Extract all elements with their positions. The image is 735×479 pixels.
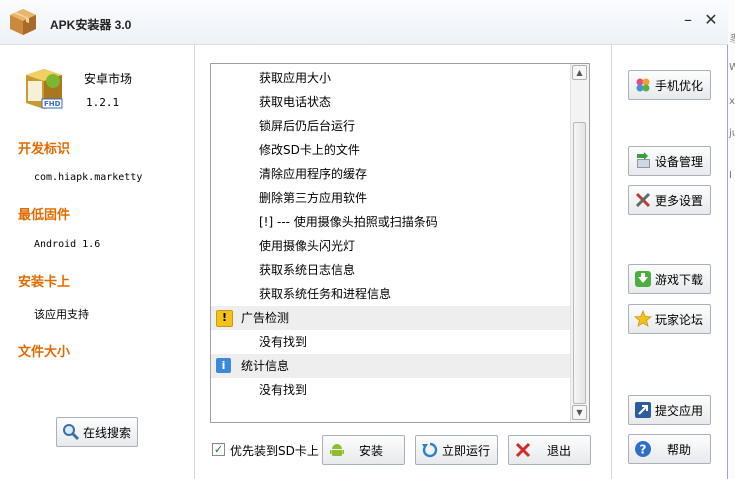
list-item[interactable]: [!] --- 使用摄像头拍照或扫描条码 — [211, 210, 571, 234]
device-manage-label: 设备管理 — [655, 154, 704, 169]
list-item-text: 使用摄像头闪光灯 — [259, 239, 356, 253]
window-title: APK安装器 3.0 — [50, 18, 132, 32]
divider — [194, 45, 195, 479]
list-item[interactable]: 获取电话状态 — [211, 90, 571, 114]
list-item[interactable]: 获取系统日志信息 — [211, 258, 571, 282]
permissions-list[interactable]: 获取应用大小 获取电话状态锁屏后仍后台运行 修改SD卡上的文件 清除应用程序的缓存 删除… — [210, 63, 590, 423]
list-item-text: [!] --- 使用摄像头拍照或扫描条码 — [259, 215, 438, 229]
more-settings-button[interactable]: 更多设置 — [628, 185, 711, 215]
install-button[interactable]: 安装 — [322, 435, 405, 465]
help-button[interactable]: ? 帮助 — [628, 434, 711, 464]
divider — [611, 45, 612, 479]
info-icon: i — [216, 358, 231, 373]
firmware-value: Android 1.6 — [34, 239, 101, 250]
close-icon: ✕ — [704, 10, 718, 29]
minimize-icon: – — [684, 10, 692, 29]
app-version: 1.2.1 — [86, 96, 120, 109]
sd-first-checkbox[interactable]: ✓ — [212, 443, 225, 456]
package-box-icon — [10, 9, 36, 35]
help-icon: ? — [635, 441, 651, 457]
search-icon — [63, 424, 80, 441]
warning-icon: ! — [216, 310, 233, 327]
list-item-text: 没有找到 — [259, 383, 308, 397]
list-item[interactable]: 没有找到 — [211, 378, 571, 402]
developer-title: 开发标识 — [18, 142, 71, 157]
tools-icon — [635, 192, 651, 208]
player-forum-label: 玩家论坛 — [655, 312, 704, 327]
list-group-label: 广告检测 — [241, 311, 290, 325]
background-fragment: I — [729, 170, 732, 181]
help-label: 帮助 — [667, 442, 692, 457]
submit-arrow-icon — [635, 402, 651, 418]
list-item-text: 获取应用大小 — [259, 71, 332, 85]
optimize-icon — [636, 78, 650, 92]
list-item-text: 获取系统任务和进程信息 — [259, 287, 392, 301]
list-item[interactable]: 清除应用程序的缓存 — [211, 162, 571, 186]
run-now-button[interactable]: 立即运行 — [415, 435, 498, 465]
list-item-text: 没有找到 — [259, 335, 308, 349]
scroll-down-icon[interactable]: ▼ — [572, 405, 587, 420]
file-size-title: 文件大小 — [18, 345, 71, 360]
run-now-label: 立即运行 — [442, 443, 491, 458]
firmware-title: 最低固件 — [18, 208, 71, 223]
list-scrollbar[interactable]: ▲ ▼ — [570, 64, 589, 422]
list-item-text: 修改SD卡上的文件 — [259, 143, 360, 157]
list-item-text: 获取电话状态 — [259, 95, 332, 109]
submit-app-label: 提交应用 — [655, 403, 704, 418]
game-download-label: 游戏下载 — [655, 272, 704, 287]
submit-app-button[interactable]: 提交应用 — [628, 395, 711, 425]
refresh-run-icon — [422, 442, 438, 458]
background-window-strip: 豸 W x ju I — [728, 0, 735, 479]
developer-value: com.hiapk.marketty — [34, 172, 143, 183]
list-item[interactable]: 没有找到 — [211, 330, 571, 354]
title-bar: APK安装器 3.0 – ✕ — [0, 0, 728, 45]
fhd-package-icon: FHD — [26, 69, 63, 109]
list-group-label: 统计信息 — [241, 359, 290, 373]
exit-label: 退出 — [547, 443, 572, 458]
list-item[interactable]: 修改SD卡上的文件 — [211, 138, 571, 162]
list-item[interactable]: 获取应用大小 — [211, 66, 571, 90]
list-group-header[interactable]: ! 广告检测 — [211, 306, 571, 330]
exit-x-icon — [515, 442, 531, 458]
list-item[interactable]: 获取系统任务和进程信息 — [211, 282, 571, 306]
svg-text:?: ? — [640, 443, 647, 457]
online-search-label: 在线搜索 — [83, 425, 132, 440]
app-name: 安卓市场 — [84, 72, 133, 86]
star-icon — [634, 310, 652, 327]
list-item-text: 获取系统日志信息 — [259, 263, 356, 277]
game-download-button[interactable]: 游戏下载 — [628, 264, 711, 294]
phone-optimize-button[interactable]: 手机优化 — [628, 70, 711, 100]
svg-text:FHD: FHD — [44, 100, 61, 108]
background-fragment: x — [729, 96, 735, 107]
player-forum-button[interactable]: 玩家论坛 — [628, 304, 711, 334]
sd-install-title: 安装卡上 — [18, 275, 71, 290]
background-fragment: 豸 — [729, 34, 735, 45]
sd-first-label: 优先装到SD卡上 — [230, 444, 319, 458]
apk-installer-window: APK安装器 3.0 – ✕ FHD 安卓市场 1.2.1 开发标识 com.h… — [0, 0, 728, 479]
online-search-button[interactable]: 在线搜索 — [56, 417, 138, 447]
device-arrow-icon — [637, 152, 650, 168]
list-item[interactable]: 删除第三方应用软件 — [211, 186, 571, 210]
more-settings-label: 更多设置 — [655, 193, 704, 208]
list-item-text: 锁屏后仍后台运行 — [259, 119, 356, 133]
list-group-header[interactable]: i 统计信息 — [211, 354, 571, 378]
list-item[interactable]: 使用摄像头闪光灯 — [211, 234, 571, 258]
scroll-up-icon[interactable]: ▲ — [572, 65, 587, 80]
scroll-thumb[interactable] — [573, 122, 586, 404]
exit-button[interactable]: 退出 — [508, 435, 591, 465]
android-icon — [330, 444, 344, 456]
minimize-button[interactable]: – — [678, 10, 698, 30]
list-item[interactable]: 锁屏后仍后台运行 — [211, 114, 571, 138]
phone-optimize-label: 手机优化 — [655, 78, 704, 93]
game-download-icon — [635, 271, 651, 287]
install-label: 安装 — [359, 443, 384, 458]
background-fragment: ju — [729, 128, 735, 139]
list-item-text: 删除第三方应用软件 — [259, 191, 368, 205]
list-item-text: 清除应用程序的缓存 — [259, 167, 368, 181]
device-manage-button[interactable]: 设备管理 — [628, 146, 711, 176]
background-fragment: W — [729, 62, 735, 73]
sd-install-value: 该应用支持 — [34, 308, 89, 321]
close-button[interactable]: ✕ — [701, 10, 721, 30]
